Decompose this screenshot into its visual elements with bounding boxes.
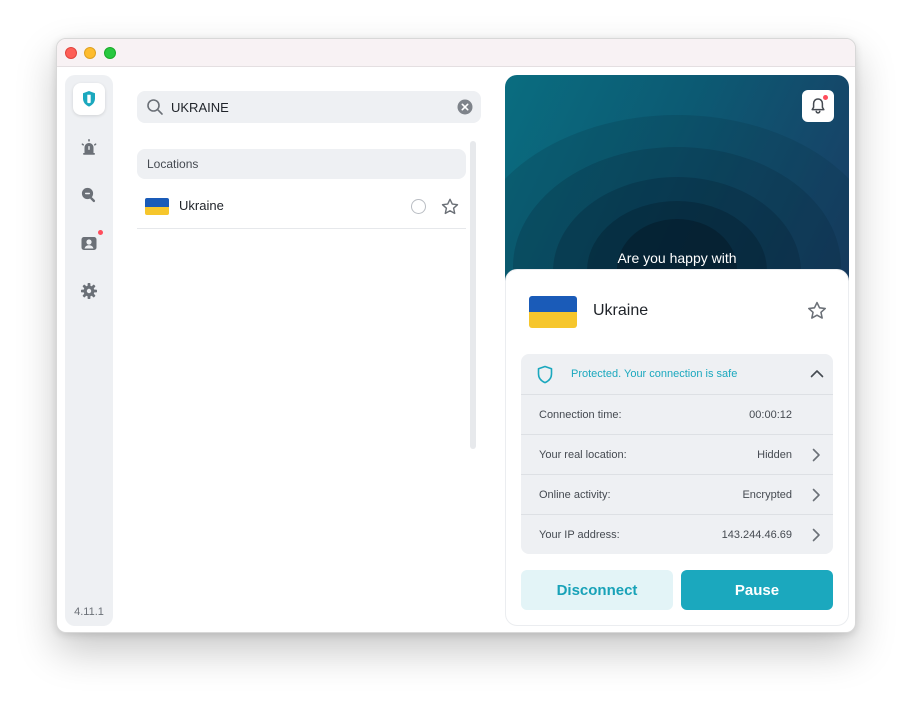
alarm-icon xyxy=(81,139,97,155)
favorite-star-icon[interactable] xyxy=(440,197,460,217)
chevron-right-icon xyxy=(812,448,820,462)
sidebar: 4.11.1 xyxy=(65,75,113,626)
pause-button[interactable]: Pause xyxy=(681,570,833,610)
online-activity-row[interactable]: Online activity: Encrypted xyxy=(521,474,833,514)
title-bar xyxy=(57,39,855,67)
disconnect-button[interactable]: Disconnect xyxy=(521,570,673,610)
search-icon xyxy=(147,99,163,115)
notification-dot xyxy=(98,230,103,235)
connect-radio[interactable] xyxy=(411,199,426,214)
row-value: Hidden xyxy=(757,449,792,461)
nav-profile[interactable] xyxy=(73,227,105,259)
location-item-ukraine[interactable]: Ukraine xyxy=(137,185,466,229)
shield-icon xyxy=(537,365,553,384)
connection-status-panel: Protected. Your connection is safe Conne… xyxy=(521,354,833,554)
real-location-row[interactable]: Your real location: Hidden xyxy=(521,434,833,474)
list-scrollbar[interactable] xyxy=(470,141,476,449)
notification-dot xyxy=(823,95,828,100)
connected-country: Ukraine xyxy=(593,302,649,319)
notifications-button[interactable] xyxy=(802,90,834,122)
nav-threat-protection[interactable] xyxy=(73,131,105,163)
connection-card: Ukraine Protected. Your connection is sa… xyxy=(505,269,849,626)
nav-settings[interactable] xyxy=(73,275,105,307)
search-bar xyxy=(137,91,481,123)
app-window: 4.11.1 Locations Ukraine xyxy=(56,38,856,633)
status-header[interactable]: Protected. Your connection is safe xyxy=(521,354,833,394)
row-label: Online activity: xyxy=(539,489,611,501)
nav-vpn[interactable] xyxy=(73,83,105,115)
row-label: Connection time: xyxy=(539,409,622,421)
location-name: Ukraine xyxy=(179,198,224,213)
status-text: Protected. Your connection is safe xyxy=(571,368,738,380)
ukraine-flag xyxy=(529,296,577,328)
row-value: Encrypted xyxy=(742,489,792,501)
search-input[interactable] xyxy=(171,97,451,117)
row-value: 143.244.46.69 xyxy=(721,529,792,541)
chevron-right-icon xyxy=(812,488,820,502)
ip-address-row[interactable]: Your IP address: 143.244.46.69 xyxy=(521,514,833,554)
zoom-window-button[interactable] xyxy=(104,47,116,59)
close-window-button[interactable] xyxy=(65,47,77,59)
clear-search-icon[interactable] xyxy=(457,99,473,115)
profile-icon xyxy=(81,237,97,250)
connection-hero: Are you happy with xyxy=(505,75,849,285)
row-label: Your IP address: xyxy=(539,529,620,541)
row-label: Your real location: xyxy=(539,449,627,461)
row-value: 00:00:12 xyxy=(749,409,792,421)
connection-time-row: Connection time: 00:00:12 xyxy=(521,394,833,434)
ukraine-flag xyxy=(145,198,169,215)
favorite-star-icon[interactable] xyxy=(806,300,828,322)
shield-icon xyxy=(83,91,95,107)
nav-dark-web-monitor[interactable] xyxy=(73,179,105,211)
minimize-window-button[interactable] xyxy=(84,47,96,59)
app-version: 4.11.1 xyxy=(74,606,104,618)
locations-header: Locations xyxy=(137,149,466,179)
chevron-right-icon xyxy=(812,528,820,542)
search-zoom-icon xyxy=(81,187,96,203)
chevron-up-icon[interactable] xyxy=(809,366,825,382)
hero-message: Are you happy with xyxy=(617,250,737,266)
gear-icon xyxy=(81,283,97,299)
